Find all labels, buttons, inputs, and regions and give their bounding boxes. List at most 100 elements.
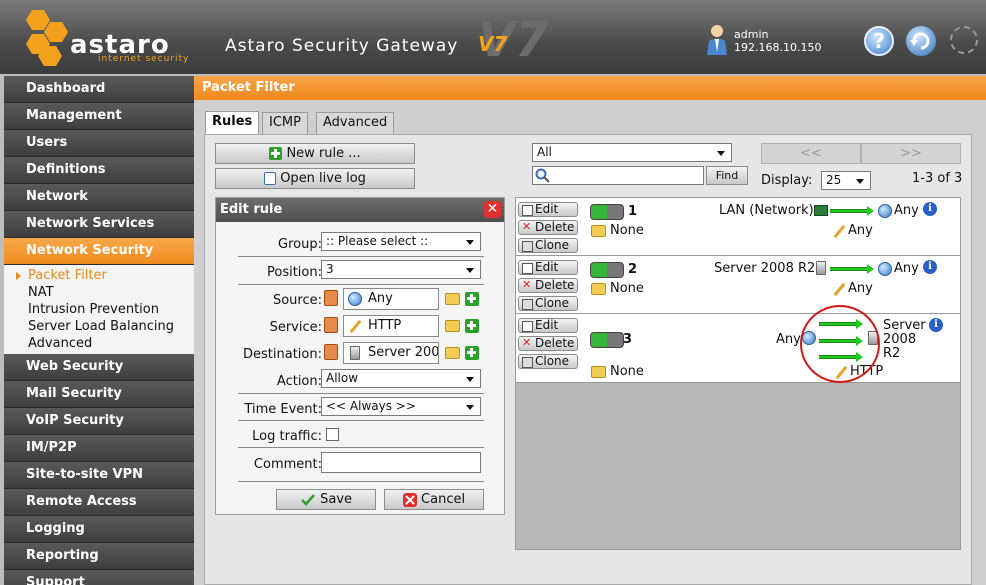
header-bar: astaro internet security V7 Astaro Secur… [0, 0, 986, 74]
highlight-circle [800, 305, 880, 383]
plus-icon [269, 147, 283, 160]
filter-select[interactable]: All [532, 143, 732, 162]
result-count: 1-3 of 3 [912, 171, 963, 186]
info-icon[interactable]: i [923, 202, 937, 216]
tab-icmp[interactable]: ICMP [262, 112, 308, 134]
rule-toggle[interactable] [590, 332, 624, 348]
info-icon[interactable]: i [929, 318, 943, 332]
subnav-item-nat[interactable]: NAT [4, 284, 194, 301]
clone-button[interactable]: Clone [518, 296, 578, 311]
sidebar-item-definitions[interactable]: Definitions [4, 157, 194, 184]
delete-button[interactable]: Delete [518, 336, 578, 351]
rule-toggle[interactable] [590, 262, 624, 278]
user-icon [707, 25, 727, 55]
help-icon[interactable]: ? [864, 26, 894, 56]
subnav-item-server-load-balancing[interactable]: Server Load Balancing [4, 318, 194, 335]
rule-number: 3 [623, 332, 633, 347]
log-traffic-checkbox[interactable] [326, 428, 339, 441]
close-icon[interactable]: ✕ [484, 201, 501, 218]
position-select[interactable]: 3 [321, 260, 481, 279]
sidebar-item-dashboard[interactable]: Dashboard [4, 76, 194, 103]
action-select[interactable]: Allow [321, 369, 481, 388]
divider [238, 256, 484, 257]
find-button[interactable]: Find [706, 166, 748, 185]
sidebar-item-site-to-site-vpn[interactable]: Site-to-site VPN [4, 462, 194, 489]
add-icon[interactable] [465, 292, 479, 306]
info-icon[interactable]: i [923, 260, 937, 274]
source-field[interactable]: Any [343, 288, 439, 310]
sidebar-item-im-p2p[interactable]: IM/P2P [4, 435, 194, 462]
refresh-icon[interactable] [906, 26, 936, 56]
open-live-log-button[interactable]: Open live log [215, 168, 415, 189]
time-event-label: Time Event: [244, 402, 322, 417]
folder-icon[interactable] [445, 320, 460, 332]
sidebar-item-web-security[interactable]: Web Security [4, 354, 194, 381]
edit-button[interactable]: Edit [518, 202, 578, 217]
folder-icon[interactable] [445, 293, 460, 305]
service-field[interactable]: HTTP [343, 315, 439, 337]
trash-icon[interactable] [324, 290, 338, 306]
rule-number: 2 [628, 262, 638, 277]
sidebar-item-management[interactable]: Management [4, 103, 194, 130]
sidebar-subnav: Packet Filter NAT Intrusion Prevention S… [4, 265, 194, 354]
sidebar-item-network[interactable]: Network [4, 184, 194, 211]
clone-button[interactable]: Clone [518, 238, 578, 253]
delete-button[interactable]: Delete [518, 278, 578, 293]
folder-icon[interactable] [445, 347, 460, 359]
page-prev-button[interactable]: << [761, 143, 861, 164]
sidebar-item-mail-security[interactable]: Mail Security [4, 381, 194, 408]
delete-button[interactable]: Delete [518, 220, 578, 235]
sidebar-item-reporting[interactable]: Reporting [4, 543, 194, 570]
version-label: V7 [478, 32, 508, 56]
sidebar-item-voip-security[interactable]: VoIP Security [4, 408, 194, 435]
sidebar-item-support[interactable]: Support [4, 570, 194, 585]
tab-rules[interactable]: Rules [205, 111, 260, 135]
sidebar-item-logging[interactable]: Logging [4, 516, 194, 543]
group-select[interactable]: :: Please select :: [321, 232, 481, 251]
edit-button[interactable]: Edit [518, 318, 578, 333]
sidebar-item-network-services[interactable]: Network Services [4, 211, 194, 238]
globe-icon [878, 262, 892, 276]
time-event-select[interactable]: << Always >> [321, 397, 481, 416]
live-log-icon [264, 172, 277, 185]
rules-list: Edit Delete Clone 1 None LAN (Network) A… [515, 197, 961, 550]
cancel-button[interactable]: Cancel [384, 489, 484, 510]
save-button[interactable]: Save [276, 489, 376, 510]
subnav-item-packet-filter[interactable]: Packet Filter [4, 267, 194, 284]
server-icon [816, 261, 826, 275]
rule-destination: Any [894, 261, 919, 276]
rule-source: Server 2008 R2 [714, 261, 816, 276]
trash-icon[interactable] [324, 344, 338, 360]
group-folder-icon [591, 225, 606, 237]
trash-icon[interactable] [324, 317, 338, 333]
clone-button[interactable]: Clone [518, 354, 578, 369]
activity-spinner-icon [950, 26, 978, 54]
comment-input[interactable] [321, 452, 481, 473]
tab-advanced[interactable]: Advanced [316, 112, 395, 134]
sidebar-item-network-security[interactable]: Network Security [4, 238, 194, 265]
astaro-logo-icon [26, 10, 68, 66]
page-next-button[interactable]: >> [861, 143, 961, 164]
rule-destination-line1: Server [883, 318, 926, 333]
search-input[interactable] [532, 166, 704, 185]
arrow-icon [830, 206, 874, 216]
sidebar-item-users[interactable]: Users [4, 130, 194, 157]
rule-service: Any [848, 281, 873, 296]
sidebar-item-remote-access[interactable]: Remote Access [4, 489, 194, 516]
edit-rule-title: Edit rule [220, 202, 283, 217]
divider [238, 481, 484, 482]
user-ip: 192.168.10.150 [734, 41, 822, 54]
user-name: admin [734, 28, 769, 41]
add-icon[interactable] [465, 319, 479, 333]
destination-field[interactable]: Server 2008 [343, 342, 439, 364]
display-count-select[interactable]: 25 [821, 171, 871, 190]
product-title: Astaro Security Gateway [225, 36, 459, 56]
new-rule-button[interactable]: New rule ... [215, 143, 415, 164]
comment-label: Comment: [253, 457, 322, 472]
subnav-item-advanced[interactable]: Advanced [4, 335, 194, 352]
subnav-item-intrusion-prevention[interactable]: Intrusion Prevention [4, 301, 194, 318]
edit-button[interactable]: Edit [518, 260, 578, 275]
arrow-icon [830, 264, 874, 274]
rule-toggle[interactable] [590, 204, 624, 220]
add-icon[interactable] [465, 346, 479, 360]
